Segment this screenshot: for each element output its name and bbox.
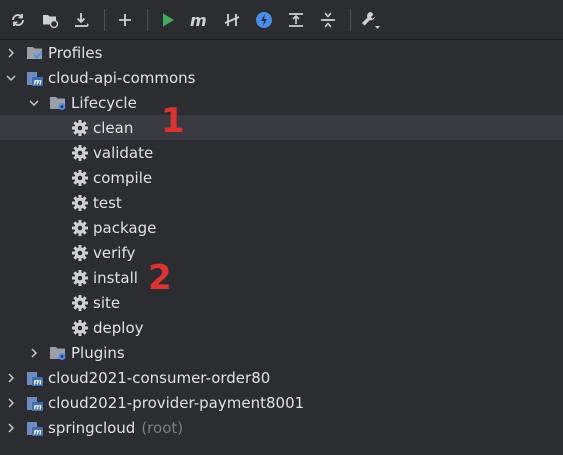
goal-label: verify [93,243,136,262]
gear-icon [71,194,89,212]
goal-label: test [93,193,122,212]
profiles-folder-icon [26,44,44,62]
goal-label: compile [93,168,153,187]
lifecycle-goal-deploy[interactable]: deploy [0,315,563,340]
chevron-down-icon[interactable] [27,96,41,110]
gear-icon [71,244,89,262]
chevron-down-icon[interactable] [4,71,18,85]
toolbar-separator [147,8,148,31]
gear-icon [71,294,89,312]
lifecycle-goal-site[interactable]: site [0,290,563,315]
gear-icon [71,169,89,187]
maven-goal-icon: m [190,11,207,29]
tree-node-lifecycle[interactable]: Lifecycle [0,90,563,115]
goal-label: install [93,268,138,287]
download-button[interactable] [68,6,96,34]
gear-icon [71,269,89,287]
reload-button[interactable] [4,6,32,34]
skip-tests-icon [256,11,272,28]
add-project-icon [43,14,59,28]
tree-node-label: cloud2021-provider-payment8001 [48,393,305,412]
tree-node-module[interactable]: m cloud2021-provider-payment8001 [0,390,563,415]
lifecycle-goal-compile[interactable]: compile [0,165,563,190]
root-suffix: (root) [141,418,184,437]
toolbar-separator [104,8,105,31]
maven-module-icon: m [26,394,44,412]
toggle-offline-button[interactable] [218,6,246,34]
lifecycle-goal-validate[interactable]: validate [0,140,563,165]
lifecycle-goal-install[interactable]: install [0,265,563,290]
tree-node-label: Lifecycle [71,93,137,112]
tree-node-module[interactable]: m springcloud (root) [0,415,563,440]
tree-node-label: springcloud [48,418,136,437]
gear-icon [71,144,89,162]
skip-tests-button[interactable] [250,6,278,34]
maven-module-icon: m [26,419,44,437]
maven-toolbar: m [0,0,563,40]
tree-node-plugins[interactable]: Plugins [0,340,563,365]
plugins-folder-icon [49,344,67,362]
annotation-number-2: 2 [148,258,172,298]
lifecycle-goal-clean[interactable]: clean [0,115,563,140]
goal-label: deploy [93,318,144,337]
goal-label: clean [93,118,134,137]
show-dependencies-icon [289,12,303,27]
chevron-right-icon[interactable] [4,371,18,385]
tree-node-module[interactable]: m cloud-api-commons [0,65,563,90]
lifecycle-goal-test[interactable]: test [0,190,563,215]
svg-text:m: m [34,402,42,411]
maven-projects-tree: Profiles m cloud-api-commons Lifecycle c… [0,40,563,440]
add-project-button[interactable] [36,6,64,34]
chevron-right-icon[interactable] [4,46,18,60]
annotation-number-1: 1 [161,101,185,141]
tree-node-label: cloud-api-commons [48,68,196,87]
plus-icon [119,13,131,26]
collapse-all-button[interactable] [314,6,342,34]
lifecycle-goal-verify[interactable]: verify [0,240,563,265]
chevron-right-icon[interactable] [4,396,18,410]
chevron-right-icon[interactable] [27,346,41,360]
lifecycle-goal-package[interactable]: package [0,215,563,240]
goal-label: site [93,293,121,312]
run-button[interactable] [154,6,182,34]
gear-icon [71,119,89,137]
tree-node-profiles[interactable]: Profiles [0,40,563,65]
tree-node-label: Plugins [71,343,125,362]
chevron-right-icon[interactable] [4,421,18,435]
maven-goal-button[interactable]: m [186,6,214,34]
svg-text:m: m [34,77,42,86]
maven-module-icon: m [26,369,44,387]
goal-label: package [93,218,157,237]
settings-button[interactable] [357,6,385,34]
gear-icon [71,219,89,237]
tree-node-module[interactable]: m cloud2021-consumer-order80 [0,365,563,390]
download-icon [75,12,89,27]
maven-module-icon: m [26,69,44,87]
tree-node-label: Profiles [48,43,103,62]
tree-node-label: cloud2021-consumer-order80 [48,368,271,387]
gear-icon [71,319,89,337]
add-button[interactable] [111,6,139,34]
svg-text:m: m [34,377,42,386]
lifecycle-folder-icon [49,94,67,112]
run-icon [163,13,174,26]
toolbar-separator [350,8,351,31]
svg-text:m: m [34,427,42,436]
svg-text:m: m [190,11,207,29]
settings-wrench-icon [362,11,380,29]
collapse-all-icon [321,11,335,28]
toggle-offline-icon [224,13,240,26]
show-dependencies-button[interactable] [282,6,310,34]
goal-label: validate [93,143,154,162]
reload-icon [12,13,24,26]
